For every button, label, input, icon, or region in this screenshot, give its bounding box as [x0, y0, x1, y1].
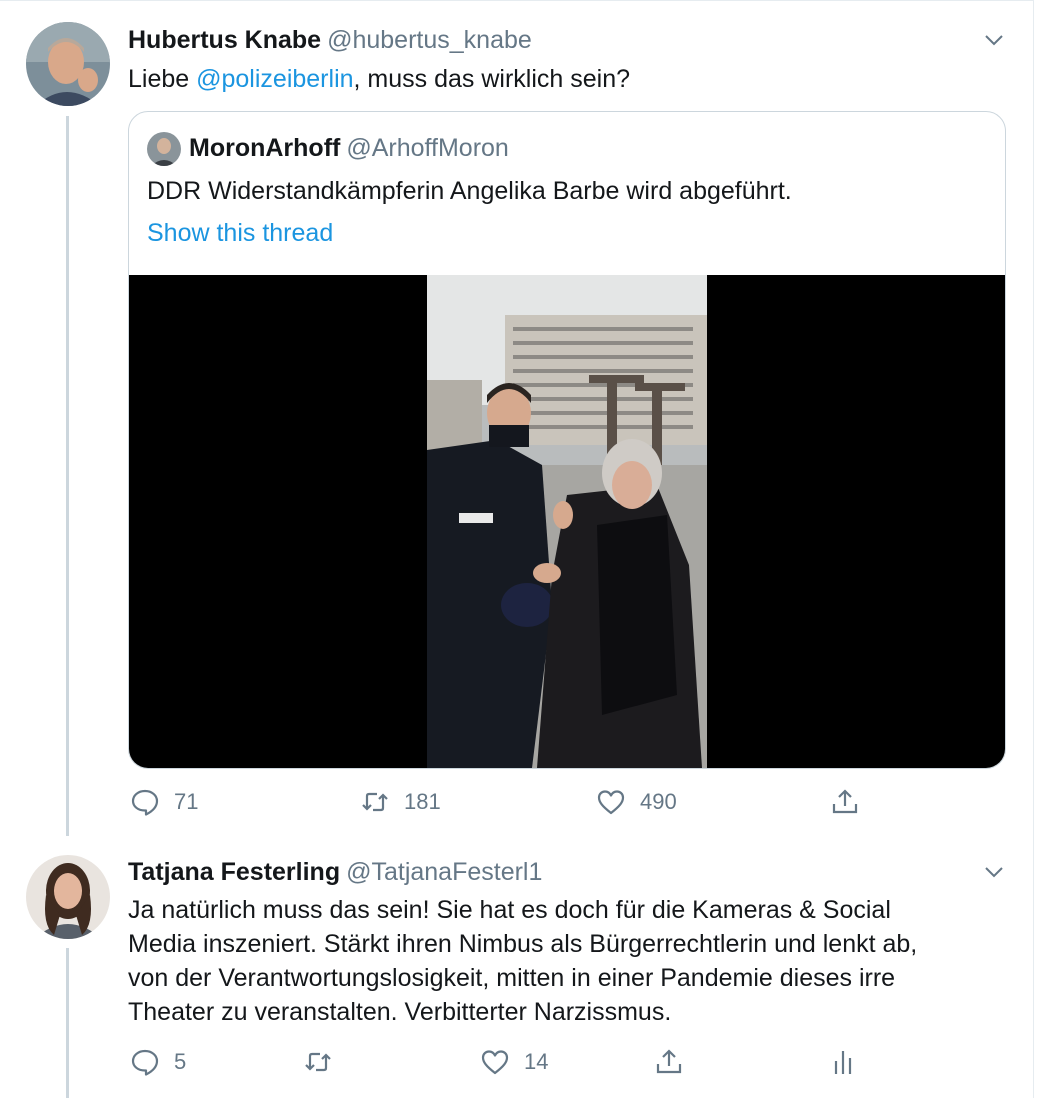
- quote-text: DDR Widerstandkämpferin Angelika Barbe w…: [147, 177, 792, 205]
- show-thread-link[interactable]: Show this thread: [147, 216, 333, 250]
- like-button[interactable]: 14: [480, 1047, 548, 1077]
- share-icon: [830, 787, 860, 817]
- retweet-icon: [360, 787, 390, 817]
- analytics-button[interactable]: [828, 1047, 858, 1077]
- reply-icon: [130, 1047, 160, 1077]
- share-button[interactable]: [654, 1047, 684, 1077]
- quote-avatar[interactable]: [147, 132, 181, 166]
- retweet-button[interactable]: [303, 1047, 333, 1077]
- display-name[interactable]: Hubertus Knabe: [128, 26, 321, 54]
- video-frame: [427, 275, 707, 768]
- retweet-button[interactable]: 181: [360, 787, 441, 817]
- tweet-text-part: , muss das wirklich sein?: [353, 65, 631, 93]
- thread-connector-line: [66, 948, 69, 1098]
- thread-connector-line: [66, 116, 69, 836]
- tweet-author-line: Tatjana Festerling @TatjanaFesterl1: [128, 857, 542, 887]
- share-icon: [654, 1047, 684, 1077]
- tweet-text-line: Media inszeniert. Stärkt ihren Nimbus al…: [128, 930, 918, 958]
- heart-icon: [480, 1047, 510, 1077]
- top-divider: [0, 0, 1034, 1]
- tweet-text: Ja natürlich muss das sein! Sie hat es d…: [128, 893, 917, 1029]
- tweet-text: Liebe @polizeiberlin, muss das wirklich …: [128, 62, 630, 96]
- avatar[interactable]: [26, 22, 110, 106]
- reply-button[interactable]: 71: [130, 787, 198, 817]
- share-button[interactable]: [830, 787, 860, 817]
- video-player[interactable]: [129, 275, 1005, 768]
- tweet-text-line: von der Verantwortungslosigkeit, mitten …: [128, 964, 896, 992]
- timeline-border: [1033, 0, 1034, 1098]
- quote-author-line: MoronArhoff @ArhoffMoron: [189, 132, 509, 164]
- reply-button[interactable]: 5: [130, 1047, 186, 1077]
- user-handle[interactable]: @hubertus_knabe: [327, 26, 532, 54]
- tweet-text-line: Ja natürlich muss das sein! Sie hat es d…: [128, 896, 891, 924]
- retweet-icon: [303, 1047, 333, 1077]
- user-handle[interactable]: @TatjanaFesterl1: [346, 858, 542, 886]
- reply-icon: [130, 787, 160, 817]
- chevron-down-icon[interactable]: [982, 28, 1006, 52]
- tweet-text-line: Theater zu veranstalten. Verbitterter Na…: [128, 998, 672, 1026]
- reply-count: 5: [174, 1049, 187, 1074]
- quote-display-name[interactable]: MoronArhoff: [189, 134, 340, 162]
- like-button[interactable]: 490: [596, 787, 677, 817]
- tweet-text-part: Liebe: [128, 65, 197, 93]
- mention-link[interactable]: @polizeiberlin: [196, 65, 353, 93]
- quoted-tweet-card[interactable]: MoronArhoff @ArhoffMoron DDR Widerstandkä…: [128, 111, 1006, 769]
- chevron-down-icon[interactable]: [982, 860, 1006, 884]
- display-name[interactable]: Tatjana Festerling: [128, 858, 340, 886]
- quote-user-handle[interactable]: @ArhoffMoron: [346, 134, 509, 162]
- heart-icon: [596, 787, 626, 817]
- reply-count: 71: [174, 789, 199, 814]
- tweet-author-line: Hubertus Knabe @hubertus_knabe: [128, 25, 532, 55]
- retweet-count: 181: [404, 789, 441, 814]
- avatar[interactable]: [26, 855, 110, 939]
- like-count: 490: [640, 789, 677, 814]
- analytics-icon: [828, 1047, 858, 1077]
- like-count: 14: [524, 1049, 549, 1074]
